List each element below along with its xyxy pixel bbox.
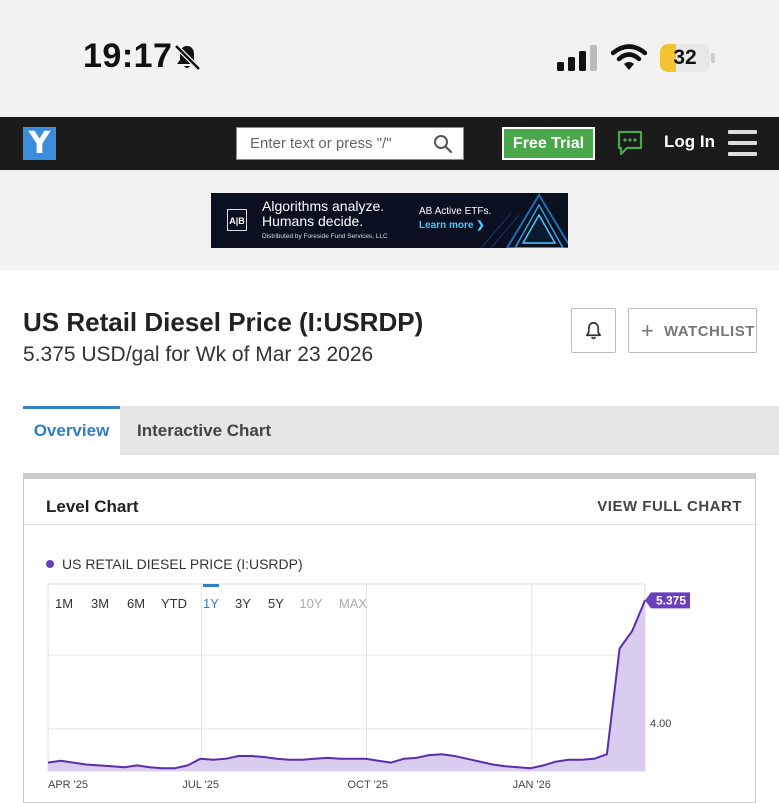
cellular-signal-icon — [557, 45, 597, 71]
ad-headline: Algorithms analyze. Humans decide. — [262, 198, 385, 229]
ycharts-logo[interactable]: Y — [23, 127, 56, 160]
legend-label: US RETAIL DIESEL PRICE (I:USRDP) — [62, 556, 303, 572]
alert-button[interactable] — [571, 308, 616, 353]
chat-icon[interactable] — [617, 130, 643, 156]
series-area — [48, 600, 645, 771]
search-box[interactable] — [236, 127, 464, 160]
y-tick-label: 4.00 — [650, 718, 671, 730]
ad-disclaimer: Distributed by Foreside Fund Services, L… — [262, 233, 388, 240]
watchlist-button[interactable]: + WATCHLIST — [628, 308, 757, 353]
latest-value-text: 5.375 USD/gal for Wk of Mar 23 2026 — [23, 343, 374, 366]
range-button-ytd[interactable]: YTD — [161, 596, 187, 611]
login-link[interactable]: Log In — [664, 132, 715, 152]
x-tick-label: JAN '26 — [513, 779, 551, 789]
level-chart[interactable]: 1M 3M 6M YTD 1Y 3Y 5Y 10Y MAX APR '25 JUL '25 OCT '… — [24, 574, 755, 789]
top-nav: Y Free Trial Log In — [0, 117, 779, 170]
watchlist-label: WATCHLIST — [664, 323, 755, 340]
last-value-label: 5.375 — [656, 593, 686, 607]
wifi-icon — [611, 44, 647, 70]
battery-indicator: 32 — [660, 44, 716, 72]
plus-icon: + — [641, 318, 654, 343]
tab-interactive-chart[interactable]: Interactive Chart — [137, 406, 271, 455]
ad-area: A|B Algorithms analyze. Humans decide. D… — [0, 170, 779, 270]
range-selected-indicator — [203, 584, 219, 587]
view-full-chart-link[interactable]: VIEW FULL CHART — [597, 498, 742, 515]
status-bar: 19:17 32 — [0, 0, 779, 117]
range-button-6m[interactable]: 6M — [127, 596, 145, 611]
card-title: Level Chart — [46, 497, 139, 516]
tab-overview[interactable]: Overview — [23, 406, 120, 455]
tab-bar: Overview Interactive Chart — [23, 406, 779, 455]
battery-level: 32 — [673, 46, 697, 69]
plot-frame — [47, 583, 646, 772]
range-button-3y[interactable]: 3Y — [235, 596, 251, 611]
hamburger-menu-icon[interactable] — [728, 130, 757, 156]
search-icon[interactable] — [433, 134, 453, 154]
range-button-10y: 10Y — [299, 596, 322, 611]
clock: 19:17 — [83, 37, 173, 75]
ad-logo: A|B — [227, 209, 247, 231]
page-title: US Retail Diesel Price (I:USRDP) — [23, 307, 424, 337]
x-tick-label: JUL '25 — [182, 779, 219, 789]
bell-muted-icon — [174, 44, 201, 71]
range-button-1m[interactable]: 1M — [55, 596, 73, 611]
range-button-max: MAX — [339, 596, 368, 611]
range-button-3m[interactable]: 3M — [91, 596, 109, 611]
x-tick-label: APR '25 — [48, 779, 88, 789]
level-chart-card: Level Chart VIEW FULL CHART US RETAIL DI… — [23, 473, 756, 803]
x-tick-label: OCT '25 — [348, 779, 388, 789]
free-trial-button[interactable]: Free Trial — [502, 127, 595, 160]
ad-banner[interactable]: A|B Algorithms analyze. Humans decide. D… — [211, 193, 568, 248]
series-line — [47, 600, 646, 770]
ad-triangle-graphic — [481, 193, 568, 248]
divider — [24, 524, 755, 525]
range-button-1y[interactable]: 1Y — [203, 596, 219, 611]
search-input[interactable] — [237, 128, 435, 159]
range-button-5y[interactable]: 5Y — [268, 596, 284, 611]
bell-icon — [585, 322, 602, 340]
ad-learn-more[interactable]: Learn more ❯ — [419, 220, 485, 231]
legend-dot — [46, 560, 54, 568]
